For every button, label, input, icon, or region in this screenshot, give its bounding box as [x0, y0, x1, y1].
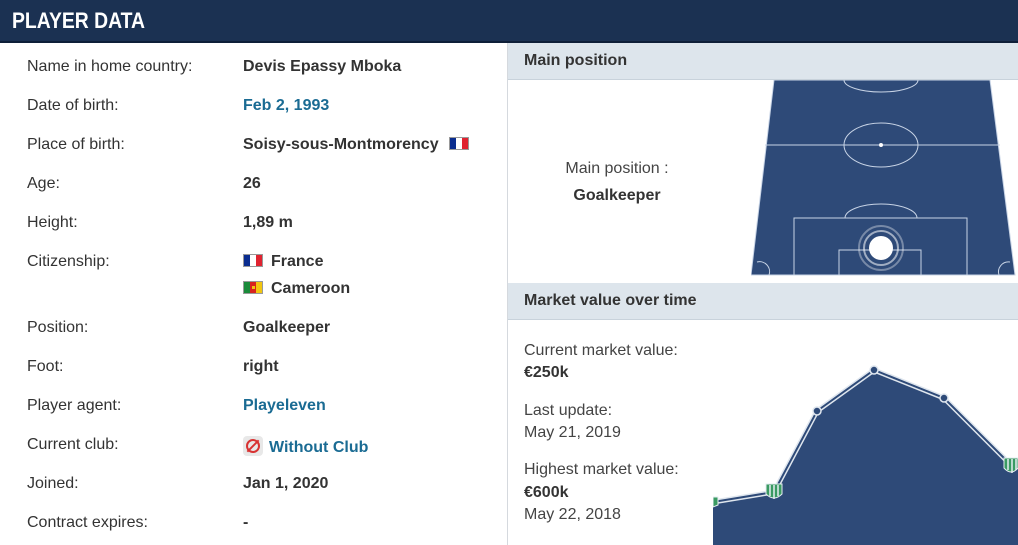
detail-label: Name in home country: — [27, 58, 193, 75]
detail-value: 26 — [243, 175, 261, 192]
detail-value: Goalkeeper — [243, 319, 331, 336]
last-update-label: Last update: — [524, 402, 613, 419]
without-club-icon — [243, 436, 263, 456]
detail-label: Foot: — [27, 358, 64, 375]
citizenship-text: France — [271, 253, 324, 270]
detail-value: Devis Epassy Mboka — [243, 58, 402, 75]
detail-label: Contract expires: — [27, 514, 148, 531]
highest-value-label: Highest market value: — [524, 461, 679, 478]
citizenship-2: Cameroon — [243, 280, 350, 298]
france-flag-icon — [449, 137, 470, 150]
current-value-label: Current market value: — [524, 342, 678, 359]
france-flag-icon — [243, 254, 263, 267]
current-value: €250k — [524, 364, 569, 381]
birthplace-text: Soisy-sous-Montmorency — [243, 136, 439, 153]
highest-value-date: May 22, 2018 — [524, 506, 621, 523]
detail-label: Citizenship: — [27, 253, 110, 270]
detail-label: Player agent: — [27, 397, 122, 414]
highest-value: €600k — [524, 484, 569, 501]
section-header: PLAYER DATA — [0, 0, 1018, 43]
detail-label: Current club: — [27, 436, 119, 453]
section-title: PLAYER DATA — [12, 8, 146, 33]
agent-link[interactable]: Playeleven — [243, 397, 326, 415]
detail-label: Joined: — [27, 475, 79, 492]
club-crest-icon — [713, 496, 719, 508]
market-value-title: Market value over time — [524, 292, 697, 309]
detail-value: - — [243, 514, 249, 531]
main-position-title: Main position — [524, 52, 628, 69]
market-value-header: Market value over time — [508, 283, 1018, 320]
cameroon-flag-icon — [243, 281, 263, 294]
side-panel: Main position Main position : Goalkeeper… — [507, 43, 1018, 545]
player-details: Name in home country: Devis Epassy Mboka… — [0, 43, 506, 545]
detail-label: Age: — [27, 175, 60, 192]
detail-value: Soisy-sous-Montmorency — [243, 136, 470, 154]
citizenship-1: France — [243, 253, 323, 271]
main-position-value: Goalkeeper — [573, 187, 661, 204]
main-position-header: Main position — [508, 43, 1018, 80]
market-value-chart — [713, 365, 1018, 545]
detail-label: Position: — [27, 319, 89, 336]
last-update-value: May 21, 2019 — [524, 424, 621, 441]
detail-value: 1,89 m — [243, 214, 293, 231]
citizenship-text: Cameroon — [271, 280, 351, 297]
detail-label: Place of birth: — [27, 136, 125, 153]
detail-label: Date of birth: — [27, 97, 119, 114]
club-link[interactable]: Without Club — [243, 436, 368, 457]
birthdate-link[interactable]: Feb 2, 1993 — [243, 97, 329, 115]
detail-label: Height: — [27, 214, 78, 231]
club-text: Without Club — [269, 439, 369, 456]
position-pitch — [751, 80, 1016, 276]
detail-value: Jan 1, 2020 — [243, 475, 329, 492]
main-position-label: Main position : — [565, 160, 669, 177]
detail-value: right — [243, 358, 279, 375]
